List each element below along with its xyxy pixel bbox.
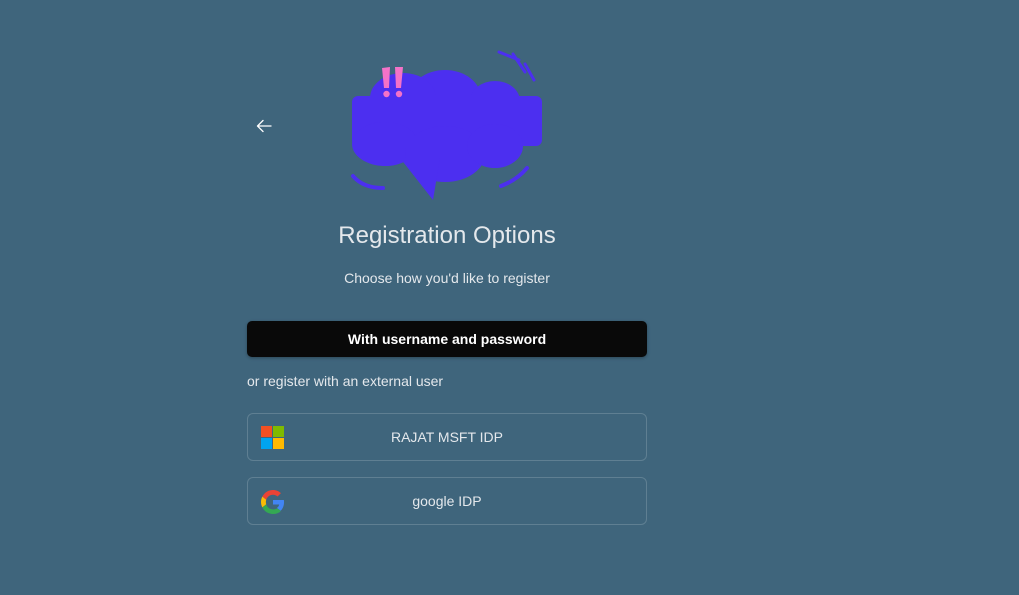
page-title: Registration Options (338, 222, 556, 249)
google-idp-button[interactable]: google IDP (247, 477, 647, 525)
google-logo-icon (261, 490, 285, 514)
speech-bubble-exclamation-illustration (351, 50, 542, 200)
page-subtitle: Choose how you'd like to register (344, 270, 550, 286)
registration-page: Registration Options Choose how you'd li… (0, 0, 1019, 595)
back-button[interactable] (252, 114, 276, 138)
arrow-left-icon (256, 119, 272, 133)
google-idp-label: google IDP (412, 493, 482, 509)
msft-idp-button[interactable]: RAJAT MSFT IDP (247, 413, 647, 461)
username-password-button[interactable]: With username and password (247, 321, 647, 357)
msft-idp-label: RAJAT MSFT IDP (390, 429, 503, 445)
microsoft-logo-icon (261, 426, 284, 449)
external-user-label: or register with an external user (247, 373, 444, 389)
